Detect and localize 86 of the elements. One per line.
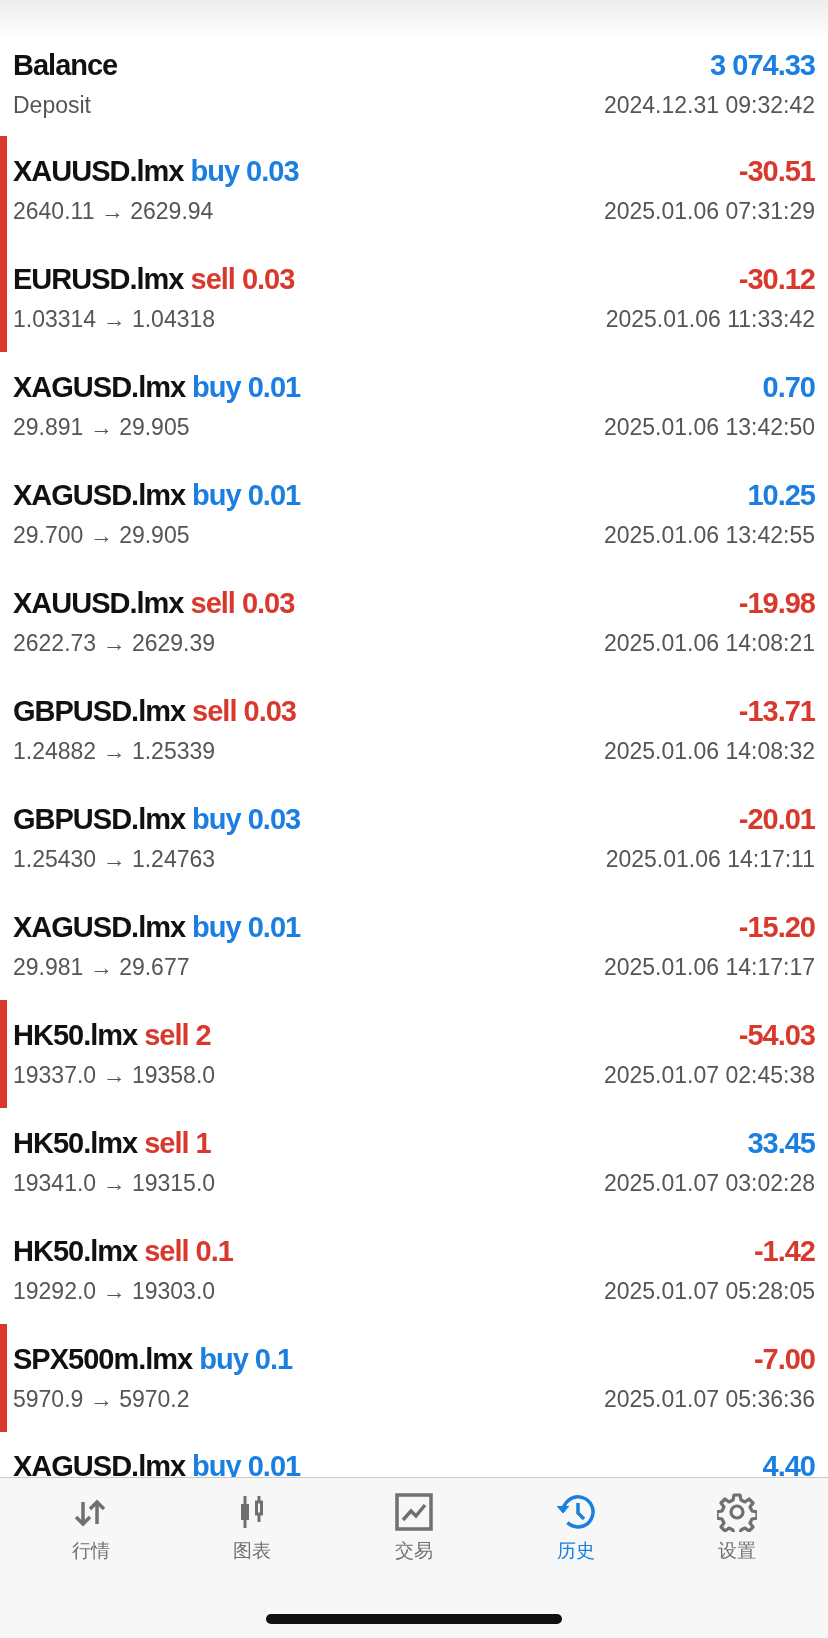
- deal-time: 2025.01.06 14:08:32: [603, 738, 815, 765]
- deal-prices: 2622.73 → 2629.39: [13, 630, 216, 657]
- deal-prices: 19292.0 → 19303.0: [13, 1278, 216, 1305]
- deal-time: 2025.01.07 05:36:36: [603, 1386, 815, 1413]
- deal-row[interactable]: SPX500m.lmx buy 0.1 -7.00 5970.9 → 5970.2 2025.01.07 05:36:36: [0, 1324, 828, 1432]
- deal-symbol: XAUUSD.lmx: [13, 587, 184, 620]
- deal-row[interactable]: XAUUSD.lmx buy 0.03 -30.51 2640.11 → 2629.94 2025.01.06 07:31:29: [0, 136, 828, 244]
- deal-time: 2024.12.31 09:32:42: [603, 92, 815, 119]
- deal-symbol: EURUSD.lmx: [13, 263, 184, 296]
- deal-volume: buy 0.03: [190, 155, 299, 188]
- deal-profit: -1.42: [753, 1235, 815, 1268]
- deal-prices: 1.24882 → 1.25339: [13, 738, 216, 765]
- deal-row[interactable]: GBPUSD.lmx buy 0.03 -20.01 1.25430 → 1.24763 2025.01.06 14:17:11: [0, 784, 828, 892]
- deal-volume: buy 0.03: [192, 803, 301, 836]
- deal-time: 2025.01.06 13:42:55: [603, 522, 815, 549]
- deal-row[interactable]: XAGUSD.lmx buy 0.01 0.70 29.891 → 29.905 2025.01.06 13:42:50: [0, 352, 828, 460]
- deal-symbol: XAGUSD.lmx: [13, 479, 186, 512]
- deal-volume: sell 2: [144, 1019, 211, 1052]
- deal-prices: 1.25430 → 1.24763: [13, 846, 216, 873]
- deal-volume: buy 0.01: [192, 371, 301, 404]
- settings-icon: [717, 1492, 758, 1532]
- deal-volume: buy 0.01: [192, 911, 301, 944]
- deal-prices: 19341.0 → 19315.0: [13, 1170, 216, 1197]
- deal-row[interactable]: HK50.lmx sell 0.1 -1.42 19292.0 → 19303.0 2025.01.07 05:28:05: [0, 1216, 828, 1324]
- deal-volume: buy 0.1: [199, 1343, 293, 1376]
- deal-prices: 1.03314 → 1.04318: [13, 306, 216, 333]
- deal-time: 2025.01.07 02:45:38: [603, 1062, 815, 1089]
- tab[interactable]: 历史: [530, 1492, 621, 1564]
- deal-profit: -20.01: [738, 803, 815, 836]
- deal-prices: 29.891 → 29.905: [13, 414, 190, 441]
- tab[interactable]: 交易: [369, 1492, 459, 1564]
- deal-profit: 10.25: [747, 479, 815, 512]
- deal-time: 2025.01.06 13:42:50: [603, 414, 815, 441]
- deposit-label: Deposit: [13, 92, 91, 119]
- deal-volume: sell 1: [144, 1127, 211, 1160]
- deal-symbol: HK50.lmx: [13, 1127, 138, 1160]
- deal-volume: sell 0.03: [192, 695, 296, 728]
- deal-symbol: GBPUSD.lmx: [13, 695, 186, 728]
- line-chart-icon: [394, 1492, 434, 1532]
- deal-prices: 2640.11 → 2629.94: [13, 198, 214, 225]
- deal-profit: 33.45: [747, 1127, 815, 1160]
- balance-amount: 3 074.33: [710, 49, 815, 82]
- deal-time: 2025.01.07 05:28:05: [603, 1278, 815, 1305]
- deal-volume: sell 0.1: [144, 1235, 233, 1268]
- deal-volume: sell 0.03: [190, 263, 295, 296]
- deal-row[interactable]: EURUSD.lmx sell 0.03 -30.12 1.03314 → 1.04318 2025.01.06 11:33:42: [0, 244, 828, 352]
- deal-profit: 0.70: [762, 371, 815, 404]
- balance-label: Balance: [13, 49, 118, 82]
- tab[interactable]: 设置: [692, 1492, 783, 1564]
- deal-symbol: GBPUSD.lmx: [13, 803, 186, 836]
- deal-prices: 5970.9 → 5970.2: [13, 1386, 190, 1413]
- deal-profit: -15.20: [738, 911, 815, 944]
- deal-symbol: HK50.lmx: [13, 1019, 138, 1052]
- deal-row[interactable]: GBPUSD.lmx sell 0.03 -13.71 1.24882 → 1.25339 2025.01.06 14:08:32: [0, 676, 828, 784]
- deal-symbol: XAUUSD.lmx: [13, 155, 184, 188]
- deal-row[interactable]: XAGUSD.lmx buy 0.01 -15.20 29.981 → 29.677 2025.01.06 14:17:17: [0, 892, 828, 1000]
- deal-row[interactable]: XAUUSD.lmx sell 0.03 -19.98 2622.73 → 2629.39 2025.01.06 14:08:21: [0, 568, 828, 676]
- deal-prices: 29.981 → 29.677: [13, 954, 190, 981]
- deal-time: 2025.01.06 11:33:42: [605, 306, 815, 333]
- deal-prices: 29.700 → 29.905: [13, 522, 190, 549]
- history-icon: [554, 1492, 597, 1532]
- deal-time: 2025.01.07 03:02:28: [603, 1170, 815, 1197]
- deal-row[interactable]: HK50.lmx sell 1 33.45 19341.0 → 19315.0 2025.01.07 03:02:28: [0, 1108, 828, 1216]
- deal-time: 2025.01.06 07:31:29: [603, 198, 815, 225]
- deal-profit: 4.40: [762, 1450, 815, 1483]
- deal-symbol: HK50.lmx: [13, 1235, 138, 1268]
- deal-profit: -7.00: [753, 1343, 815, 1376]
- deal-profit: -30.51: [738, 155, 815, 188]
- deal-symbol: SPX500m.lmx: [13, 1343, 193, 1376]
- deal-volume: buy 0.01: [192, 479, 301, 512]
- deal-profit: -13.71: [738, 695, 815, 728]
- deal-profit: -54.03: [738, 1019, 815, 1052]
- deal-symbol: XAGUSD.lmx: [13, 911, 186, 944]
- deal-time: 2025.01.06 14:08:21: [603, 630, 815, 657]
- deal-profit: -19.98: [738, 587, 815, 620]
- deal-row[interactable]: HK50.lmx sell 2 -54.03 19337.0 → 19358.0 2025.01.07 02:45:38: [0, 1000, 828, 1108]
- deal-prices: 19337.0 → 19358.0: [13, 1062, 216, 1089]
- deal-row[interactable]: XAGUSD.lmx buy 0.01 10.25 29.700 → 29.905 2025.01.06 13:42:55: [0, 460, 828, 568]
- deal-volume: sell 0.03: [190, 587, 295, 620]
- deal-time: 2025.01.06 14:17:17: [603, 954, 815, 981]
- deal-time: 2025.01.06 14:17:11: [605, 846, 815, 873]
- deal-profit: -30.12: [738, 263, 815, 296]
- deal-symbol: XAGUSD.lmx: [13, 1450, 186, 1483]
- tab[interactable]: 图表: [207, 1492, 298, 1564]
- deal-symbol: XAGUSD.lmx: [13, 371, 186, 404]
- tab[interactable]: 行情: [45, 1492, 136, 1564]
